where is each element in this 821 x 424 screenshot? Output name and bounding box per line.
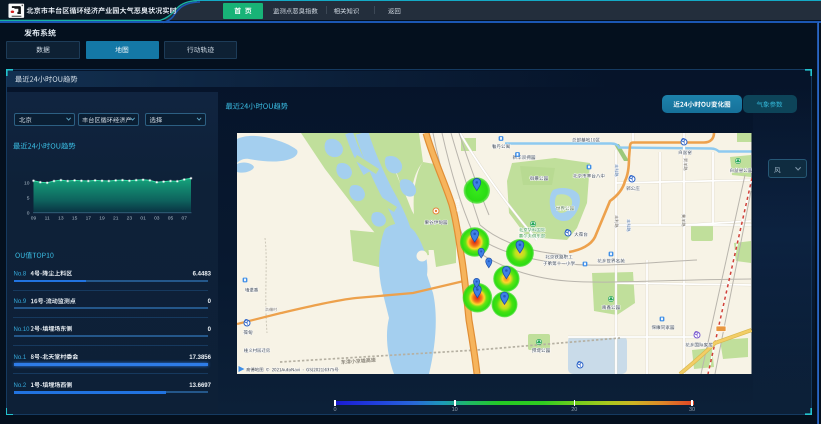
svg-text:6.4483: 6.4483 (193, 272, 212, 278)
svg-text:No.10: No.10 (14, 327, 31, 333)
svg-text:17.3856: 17.3856 (189, 355, 211, 361)
svg-text:No.9: No.9 (14, 299, 27, 305)
svg-text:0: 0 (208, 299, 212, 305)
svg-text:0: 0 (208, 327, 212, 333)
svg-text:No.1: No.1 (14, 355, 27, 361)
svg-text:No.8: No.8 (14, 272, 27, 278)
svg-text:No.2: No.2 (14, 383, 27, 389)
svg-text:13.6697: 13.6697 (189, 383, 211, 389)
